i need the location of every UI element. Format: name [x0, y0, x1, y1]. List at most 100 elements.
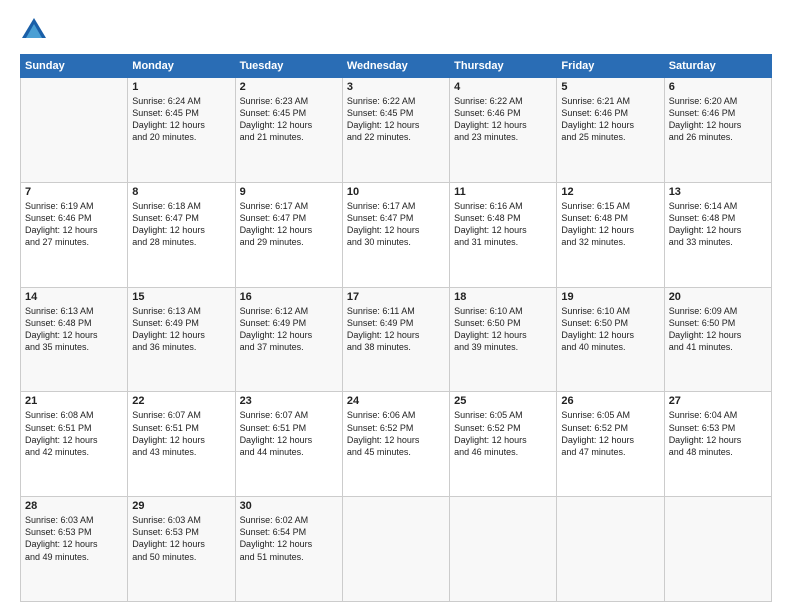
day-info: Sunrise: 6:05 AM Sunset: 6:52 PM Dayligh…: [561, 409, 659, 458]
day-cell: 2 Sunrise: 6:23 AM Sunset: 6:45 PM Daylig…: [235, 78, 342, 183]
day-cell: 29 Sunrise: 6:03 AM Sunset: 6:53 PM Dayli…: [128, 497, 235, 602]
header-cell-thursday: Thursday: [450, 55, 557, 78]
day-info: Sunrise: 6:14 AM Sunset: 6:48 PM Dayligh…: [669, 200, 767, 249]
header: [20, 16, 772, 44]
day-info: Sunrise: 6:08 AM Sunset: 6:51 PM Dayligh…: [25, 409, 123, 458]
day-number: 30: [240, 500, 338, 512]
day-cell: 19 Sunrise: 6:10 AM Sunset: 6:50 PM Dayli…: [557, 287, 664, 392]
day-info: Sunrise: 6:22 AM Sunset: 6:45 PM Dayligh…: [347, 95, 445, 144]
day-cell: 17 Sunrise: 6:11 AM Sunset: 6:49 PM Dayli…: [342, 287, 449, 392]
day-info: Sunrise: 6:19 AM Sunset: 6:46 PM Dayligh…: [25, 200, 123, 249]
day-cell: 14Sunrise: 6:13 AM Sunset: 6:48 PM Dayli…: [21, 287, 128, 392]
day-cell: 21 Sunrise: 6:08 AM Sunset: 6:51 PM Dayli…: [21, 392, 128, 497]
day-info: Sunrise: 6:06 AM Sunset: 6:52 PM Dayligh…: [347, 409, 445, 458]
day-cell: 4 Sunrise: 6:22 AM Sunset: 6:46 PM Daylig…: [450, 78, 557, 183]
header-cell-monday: Monday: [128, 55, 235, 78]
day-cell: 12 Sunrise: 6:15 AM Sunset: 6:48 PM Dayli…: [557, 182, 664, 287]
week-row-5: 28 Sunrise: 6:03 AM Sunset: 6:53 PM Dayli…: [21, 497, 772, 602]
header-cell-tuesday: Tuesday: [235, 55, 342, 78]
day-info: Sunrise: 6:18 AM Sunset: 6:47 PM Dayligh…: [132, 200, 230, 249]
day-number: 25: [454, 395, 552, 407]
page: SundayMondayTuesdayWednesdayThursdayFrid…: [0, 0, 792, 612]
day-cell: 25 Sunrise: 6:05 AM Sunset: 6:52 PM Dayli…: [450, 392, 557, 497]
day-cell: 22Sunrise: 6:07 AM Sunset: 6:51 PM Dayli…: [128, 392, 235, 497]
header-row: SundayMondayTuesdayWednesdayThursdayFrid…: [21, 55, 772, 78]
day-cell: 16 Sunrise: 6:12 AM Sunset: 6:49 PM Dayli…: [235, 287, 342, 392]
day-number: 18: [454, 291, 552, 303]
day-cell: [450, 497, 557, 602]
day-number: 29: [132, 500, 230, 512]
day-cell: 7 Sunrise: 6:19 AM Sunset: 6:46 PM Daylig…: [21, 182, 128, 287]
day-number: 9: [240, 186, 338, 198]
week-row-1: 1 Sunrise: 6:24 AM Sunset: 6:45 PM Daylig…: [21, 78, 772, 183]
day-cell: 10Sunrise: 6:17 AM Sunset: 6:47 PM Dayli…: [342, 182, 449, 287]
day-info: Sunrise: 6:22 AM Sunset: 6:46 PM Dayligh…: [454, 95, 552, 144]
day-info: Sunrise: 6:20 AM Sunset: 6:46 PM Dayligh…: [669, 95, 767, 144]
day-number: 19: [561, 291, 659, 303]
week-row-2: 7 Sunrise: 6:19 AM Sunset: 6:46 PM Daylig…: [21, 182, 772, 287]
day-info: Sunrise: 6:09 AM Sunset: 6:50 PM Dayligh…: [669, 305, 767, 354]
day-number: 7: [25, 186, 123, 198]
day-number: 1: [132, 81, 230, 93]
day-info: Sunrise: 6:11 AM Sunset: 6:49 PM Dayligh…: [347, 305, 445, 354]
header-cell-sunday: Sunday: [21, 55, 128, 78]
day-info: Sunrise: 6:13 AM Sunset: 6:49 PM Dayligh…: [132, 305, 230, 354]
day-info: Sunrise: 6:05 AM Sunset: 6:52 PM Dayligh…: [454, 409, 552, 458]
day-info: Sunrise: 6:16 AM Sunset: 6:48 PM Dayligh…: [454, 200, 552, 249]
day-number: 14: [25, 291, 123, 303]
day-cell: 8Sunrise: 6:18 AM Sunset: 6:47 PM Daylig…: [128, 182, 235, 287]
day-cell: [557, 497, 664, 602]
day-number: 13: [669, 186, 767, 198]
day-cell: 9 Sunrise: 6:17 AM Sunset: 6:47 PM Daylig…: [235, 182, 342, 287]
day-cell: [21, 78, 128, 183]
logo-icon: [20, 16, 48, 44]
day-cell: 24 Sunrise: 6:06 AM Sunset: 6:52 PM Dayli…: [342, 392, 449, 497]
day-number: 12: [561, 186, 659, 198]
day-cell: 6 Sunrise: 6:20 AM Sunset: 6:46 PM Daylig…: [664, 78, 771, 183]
day-cell: 5 Sunrise: 6:21 AM Sunset: 6:46 PM Daylig…: [557, 78, 664, 183]
day-number: 24: [347, 395, 445, 407]
day-info: Sunrise: 6:23 AM Sunset: 6:45 PM Dayligh…: [240, 95, 338, 144]
header-cell-saturday: Saturday: [664, 55, 771, 78]
day-info: Sunrise: 6:10 AM Sunset: 6:50 PM Dayligh…: [561, 305, 659, 354]
day-cell: 26 Sunrise: 6:05 AM Sunset: 6:52 PM Dayli…: [557, 392, 664, 497]
day-cell: 30 Sunrise: 6:02 AM Sunset: 6:54 PM Dayli…: [235, 497, 342, 602]
day-cell: 1 Sunrise: 6:24 AM Sunset: 6:45 PM Daylig…: [128, 78, 235, 183]
day-number: 28: [25, 500, 123, 512]
day-info: Sunrise: 6:21 AM Sunset: 6:46 PM Dayligh…: [561, 95, 659, 144]
day-number: 6: [669, 81, 767, 93]
day-number: 20: [669, 291, 767, 303]
day-cell: 27 Sunrise: 6:04 AM Sunset: 6:53 PM Dayli…: [664, 392, 771, 497]
day-cell: 3 Sunrise: 6:22 AM Sunset: 6:45 PM Daylig…: [342, 78, 449, 183]
week-row-4: 21 Sunrise: 6:08 AM Sunset: 6:51 PM Dayli…: [21, 392, 772, 497]
day-info: Sunrise: 6:12 AM Sunset: 6:49 PM Dayligh…: [240, 305, 338, 354]
header-cell-wednesday: Wednesday: [342, 55, 449, 78]
week-row-3: 14Sunrise: 6:13 AM Sunset: 6:48 PM Dayli…: [21, 287, 772, 392]
day-info: Sunrise: 6:10 AM Sunset: 6:50 PM Dayligh…: [454, 305, 552, 354]
day-info: Sunrise: 6:04 AM Sunset: 6:53 PM Dayligh…: [669, 409, 767, 458]
day-number: 27: [669, 395, 767, 407]
day-number: 26: [561, 395, 659, 407]
day-number: 17: [347, 291, 445, 303]
day-info: Sunrise: 6:17 AM Sunset: 6:47 PM Dayligh…: [347, 200, 445, 249]
day-info: Sunrise: 6:17 AM Sunset: 6:47 PM Dayligh…: [240, 200, 338, 249]
day-number: 2: [240, 81, 338, 93]
day-cell: 15 Sunrise: 6:13 AM Sunset: 6:49 PM Dayli…: [128, 287, 235, 392]
day-info: Sunrise: 6:15 AM Sunset: 6:48 PM Dayligh…: [561, 200, 659, 249]
day-cell: 18 Sunrise: 6:10 AM Sunset: 6:50 PM Dayli…: [450, 287, 557, 392]
day-info: Sunrise: 6:03 AM Sunset: 6:53 PM Dayligh…: [132, 514, 230, 563]
day-number: 16: [240, 291, 338, 303]
day-number: 4: [454, 81, 552, 93]
day-info: Sunrise: 6:24 AM Sunset: 6:45 PM Dayligh…: [132, 95, 230, 144]
day-number: 21: [25, 395, 123, 407]
day-info: Sunrise: 6:07 AM Sunset: 6:51 PM Dayligh…: [132, 409, 230, 458]
day-cell: [664, 497, 771, 602]
day-number: 5: [561, 81, 659, 93]
day-number: 3: [347, 81, 445, 93]
day-number: 15: [132, 291, 230, 303]
day-info: Sunrise: 6:07 AM Sunset: 6:51 PM Dayligh…: [240, 409, 338, 458]
day-cell: 23Sunrise: 6:07 AM Sunset: 6:51 PM Dayli…: [235, 392, 342, 497]
day-info: Sunrise: 6:02 AM Sunset: 6:54 PM Dayligh…: [240, 514, 338, 563]
header-cell-friday: Friday: [557, 55, 664, 78]
day-cell: 28Sunrise: 6:03 AM Sunset: 6:53 PM Dayli…: [21, 497, 128, 602]
